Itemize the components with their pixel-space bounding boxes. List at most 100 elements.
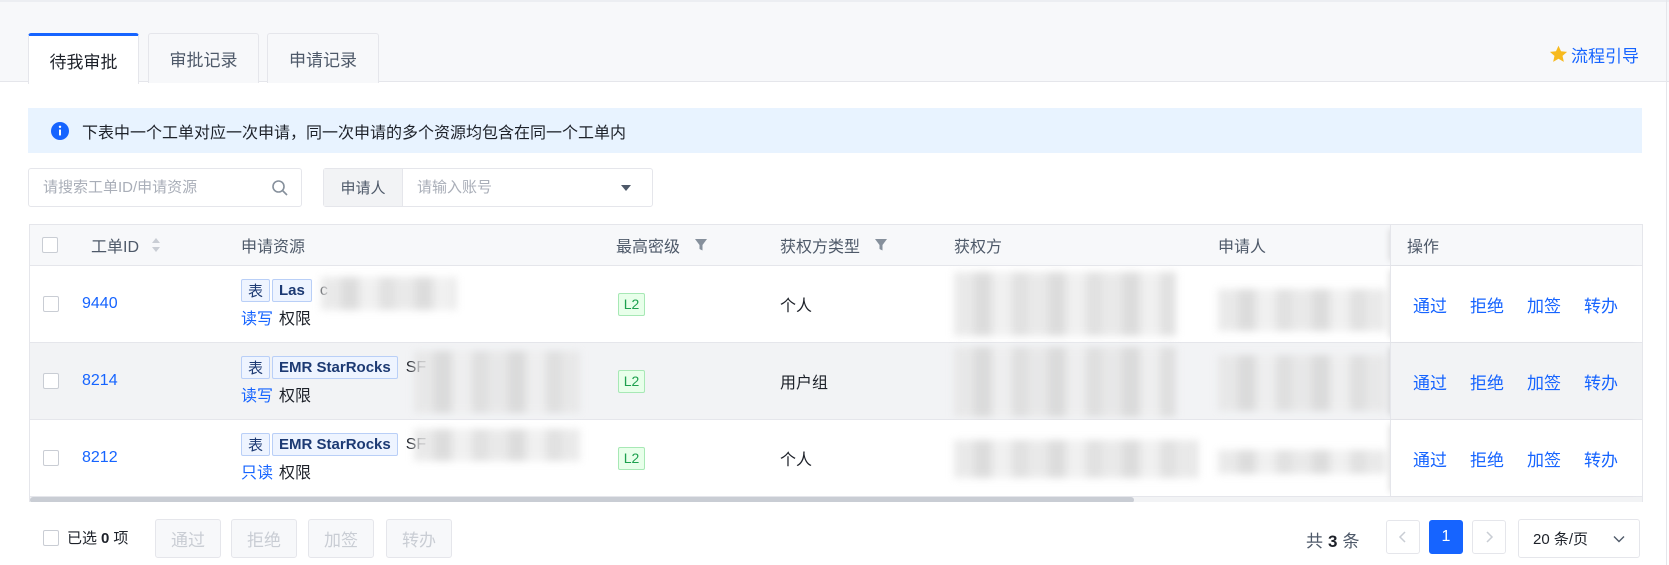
add-signer-button[interactable]: 加签 xyxy=(1527,369,1561,394)
redacted-block xyxy=(954,272,1176,336)
info-banner: 下表中一个工单对应一次申请，同一次申请的多个资源均包含在同一个工单内 xyxy=(28,108,1642,153)
column-header-resource: 申请资源 xyxy=(241,239,306,256)
reject-button[interactable]: 拒绝 xyxy=(1470,292,1504,317)
filter-icon[interactable] xyxy=(694,238,708,252)
sort-icon[interactable] xyxy=(151,237,161,253)
search-input[interactable] xyxy=(43,179,271,196)
resource-type-tag: 表 xyxy=(241,356,271,379)
column-header-actions: 操作 xyxy=(1407,239,1440,256)
applicant-filter: 申请人 xyxy=(323,168,653,207)
grantee-type: 用户组 xyxy=(780,375,829,392)
redacted-block xyxy=(414,351,580,413)
tab-pending-approval[interactable]: 待我审批 xyxy=(28,33,139,84)
resource-source-tag: EMR StarRocks xyxy=(272,356,398,379)
banner-text: 下表中一个工单对应一次申请，同一次申请的多个资源均包含在同一个工单内 xyxy=(82,124,627,142)
table-row: 8214 表 EMR StarRocks SF 读写 权限 L2 用户组 通过 … xyxy=(30,343,1642,420)
tab-bar: 待我审批 审批记录 申请记录 流程引导 xyxy=(0,0,1669,84)
chevron-right-icon xyxy=(1484,531,1494,543)
add-signer-button[interactable]: 加签 xyxy=(1527,446,1561,471)
permission-type[interactable]: 读写 xyxy=(241,382,273,406)
info-icon xyxy=(50,121,70,141)
select-all-checkbox[interactable] xyxy=(42,237,58,253)
column-header-grantee-type: 获权方类型 xyxy=(780,239,861,256)
redacted-block xyxy=(954,440,1198,478)
page-size-select[interactable]: 20 条/页 xyxy=(1518,519,1640,558)
grantee-type: 个人 xyxy=(780,452,813,469)
bulk-approve-button[interactable]: 通过 xyxy=(155,519,221,558)
resource-source-tag: EMR StarRocks xyxy=(272,433,398,456)
permission-suffix: 权限 xyxy=(279,388,312,405)
ticket-id-link[interactable]: 8212 xyxy=(82,449,118,467)
approval-table: 工单ID 申请资源 最高密级 获权方类型 获权方 申请人 操作 9440 表 L… xyxy=(29,224,1643,502)
redacted-block xyxy=(1218,289,1386,331)
bulk-reject-button[interactable]: 拒绝 xyxy=(231,519,297,558)
applicant-filter-label: 申请人 xyxy=(324,169,403,206)
chevron-left-icon xyxy=(1398,531,1408,543)
transfer-button[interactable]: 转办 xyxy=(1584,292,1618,317)
applicant-input[interactable] xyxy=(403,179,620,196)
search-box xyxy=(28,168,302,207)
transfer-button[interactable]: 转办 xyxy=(1584,446,1618,471)
level-badge: L2 xyxy=(618,446,645,470)
search-icon[interactable] xyxy=(271,179,289,197)
total-count: 共3条 xyxy=(1306,532,1360,551)
tab-application-records[interactable]: 申请记录 xyxy=(267,33,379,83)
level-badge: L2 xyxy=(618,292,645,316)
permission-type[interactable]: 读写 xyxy=(241,305,273,329)
scrollbar-thumb[interactable] xyxy=(30,497,1134,502)
redacted-block xyxy=(1218,450,1386,474)
selection-summary: 已选 0 项 xyxy=(43,527,128,548)
redacted-block xyxy=(321,277,456,310)
row-checkbox[interactable] xyxy=(43,373,59,389)
next-page-button[interactable] xyxy=(1472,520,1506,554)
page-1-button[interactable]: 1 xyxy=(1429,520,1463,554)
transfer-button[interactable]: 转办 xyxy=(1584,369,1618,394)
table-header: 工单ID 申请资源 最高密级 获权方类型 获权方 申请人 操作 xyxy=(30,225,1642,266)
row-actions: 通过 拒绝 加签 转办 xyxy=(1390,266,1642,342)
selection-count-text: 已选 0 项 xyxy=(67,530,129,547)
row-actions: 通过 拒绝 加签 转办 xyxy=(1390,420,1642,496)
column-header-level: 最高密级 xyxy=(616,239,681,256)
reject-button[interactable]: 拒绝 xyxy=(1470,369,1504,394)
column-header-id: 工单ID xyxy=(91,239,140,256)
process-guide-label: 流程引导 xyxy=(1571,47,1639,66)
permission-suffix: 权限 xyxy=(279,465,312,482)
row-checkbox[interactable] xyxy=(43,450,59,466)
approve-button[interactable]: 通过 xyxy=(1413,446,1447,471)
permission-type[interactable]: 只读 xyxy=(241,459,273,483)
resource-type-tag: 表 xyxy=(241,279,271,302)
caret-down-icon[interactable] xyxy=(620,184,632,192)
approve-button[interactable]: 通过 xyxy=(1413,292,1447,317)
resource-type-tag: 表 xyxy=(241,433,271,456)
approve-button[interactable]: 通过 xyxy=(1413,369,1447,394)
column-header-applicant: 申请人 xyxy=(1218,239,1267,256)
redacted-block xyxy=(954,347,1176,417)
tab-approval-records[interactable]: 审批记录 xyxy=(148,33,259,83)
bulk-add-signer-button[interactable]: 加签 xyxy=(308,519,374,558)
add-signer-button[interactable]: 加签 xyxy=(1527,292,1561,317)
row-checkbox[interactable] xyxy=(43,296,59,312)
redacted-block xyxy=(414,429,580,461)
prev-page-button[interactable] xyxy=(1386,520,1420,554)
ticket-id-link[interactable]: 8214 xyxy=(82,372,118,390)
star-icon xyxy=(1548,44,1569,65)
table-row: 8212 表 EMR StarRocks SF 只读 权限 L2 个人 通过 拒… xyxy=(30,420,1642,497)
reject-button[interactable]: 拒绝 xyxy=(1470,446,1504,471)
row-actions: 通过 拒绝 加签 转办 xyxy=(1390,343,1642,419)
filter-icon[interactable] xyxy=(874,238,888,252)
level-badge: L2 xyxy=(618,369,645,393)
resource-source-tag: Las xyxy=(272,279,312,302)
page-size-value: 20 条/页 xyxy=(1533,531,1589,548)
process-guide-link[interactable]: 流程引导 xyxy=(1548,42,1639,67)
permission-suffix: 权限 xyxy=(279,311,312,328)
table-row: 9440 表 Las c 读写 权限 L2 个人 通过 拒绝 加签 转办 xyxy=(30,266,1642,343)
footer-select-all-checkbox[interactable] xyxy=(43,529,59,546)
panel-edge xyxy=(1666,0,1667,565)
bulk-transfer-button[interactable]: 转办 xyxy=(386,519,452,558)
redacted-block xyxy=(1218,355,1386,411)
horizontal-scrollbar[interactable] xyxy=(30,497,1642,502)
chevron-down-icon xyxy=(1613,535,1625,543)
ticket-id-link[interactable]: 9440 xyxy=(82,295,118,313)
grantee-type: 个人 xyxy=(780,298,813,315)
column-header-grantee: 获权方 xyxy=(954,239,1003,256)
